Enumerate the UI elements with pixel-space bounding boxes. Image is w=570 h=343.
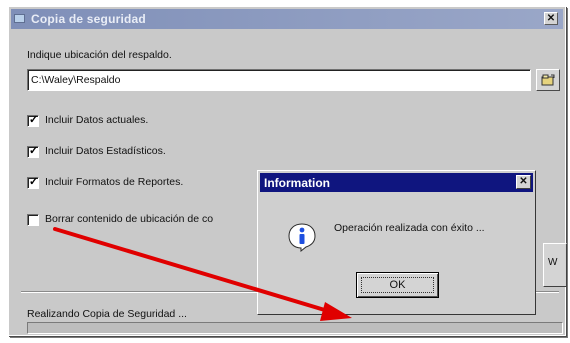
status-text: Realizando Copia de Seguridad ... [27,308,187,320]
dialog-close-button[interactable]: ✕ [516,175,531,189]
browse-button[interactable] [536,69,560,91]
window-icon [14,14,25,23]
partially-covered-button-label: W [548,257,558,268]
dialog-titlebar[interactable]: Information ✕ [260,173,533,192]
checkbox-delete-contents[interactable] [27,214,39,226]
checkbox-current-data[interactable]: ✓ [27,114,39,127]
ok-button[interactable]: OK [356,272,439,298]
close-button[interactable]: ✕ [544,12,558,25]
checkbox-current-data-mark: ✓ [29,114,39,126]
path-label: Indique ubicación del respaldo. [27,49,172,61]
option-report-formats: Incluir Formatos de Reportes. [45,176,184,188]
checkbox-statistics-mark: ✓ [29,145,39,157]
info-icon [288,223,316,252]
progress-bar [27,322,563,334]
folder-browse-icon [541,74,555,86]
dialog-title: Information [264,176,330,190]
checkbox-report-formats-mark: ✓ [29,176,39,188]
option-statistics: Incluir Datos Estadísticos. [45,145,166,157]
window-titlebar[interactable]: Copia de seguridad ✕ [11,9,563,29]
partially-covered-button[interactable]: W [543,243,567,287]
path-field[interactable]: C:\Waley\Respaldo [27,69,531,91]
checkbox-report-formats[interactable]: ✓ [27,176,39,189]
information-dialog: Information ✕ Operación realizada con éx… [257,170,536,315]
ok-label: OK [389,279,406,291]
path-value: C:\Waley\Respaldo [31,74,121,86]
option-current-data: Incluir Datos actuales. [45,114,149,126]
checkbox-statistics[interactable]: ✓ [27,145,39,158]
option-delete-contents: Borrar contenido de ubicación de co [45,213,214,225]
dialog-message: Operación realizada con éxito ... [334,222,485,234]
screenshot-canvas: Copia de seguridad ✕ Indique ubicación d… [0,0,570,343]
window-title: Copia de seguridad [31,12,146,26]
